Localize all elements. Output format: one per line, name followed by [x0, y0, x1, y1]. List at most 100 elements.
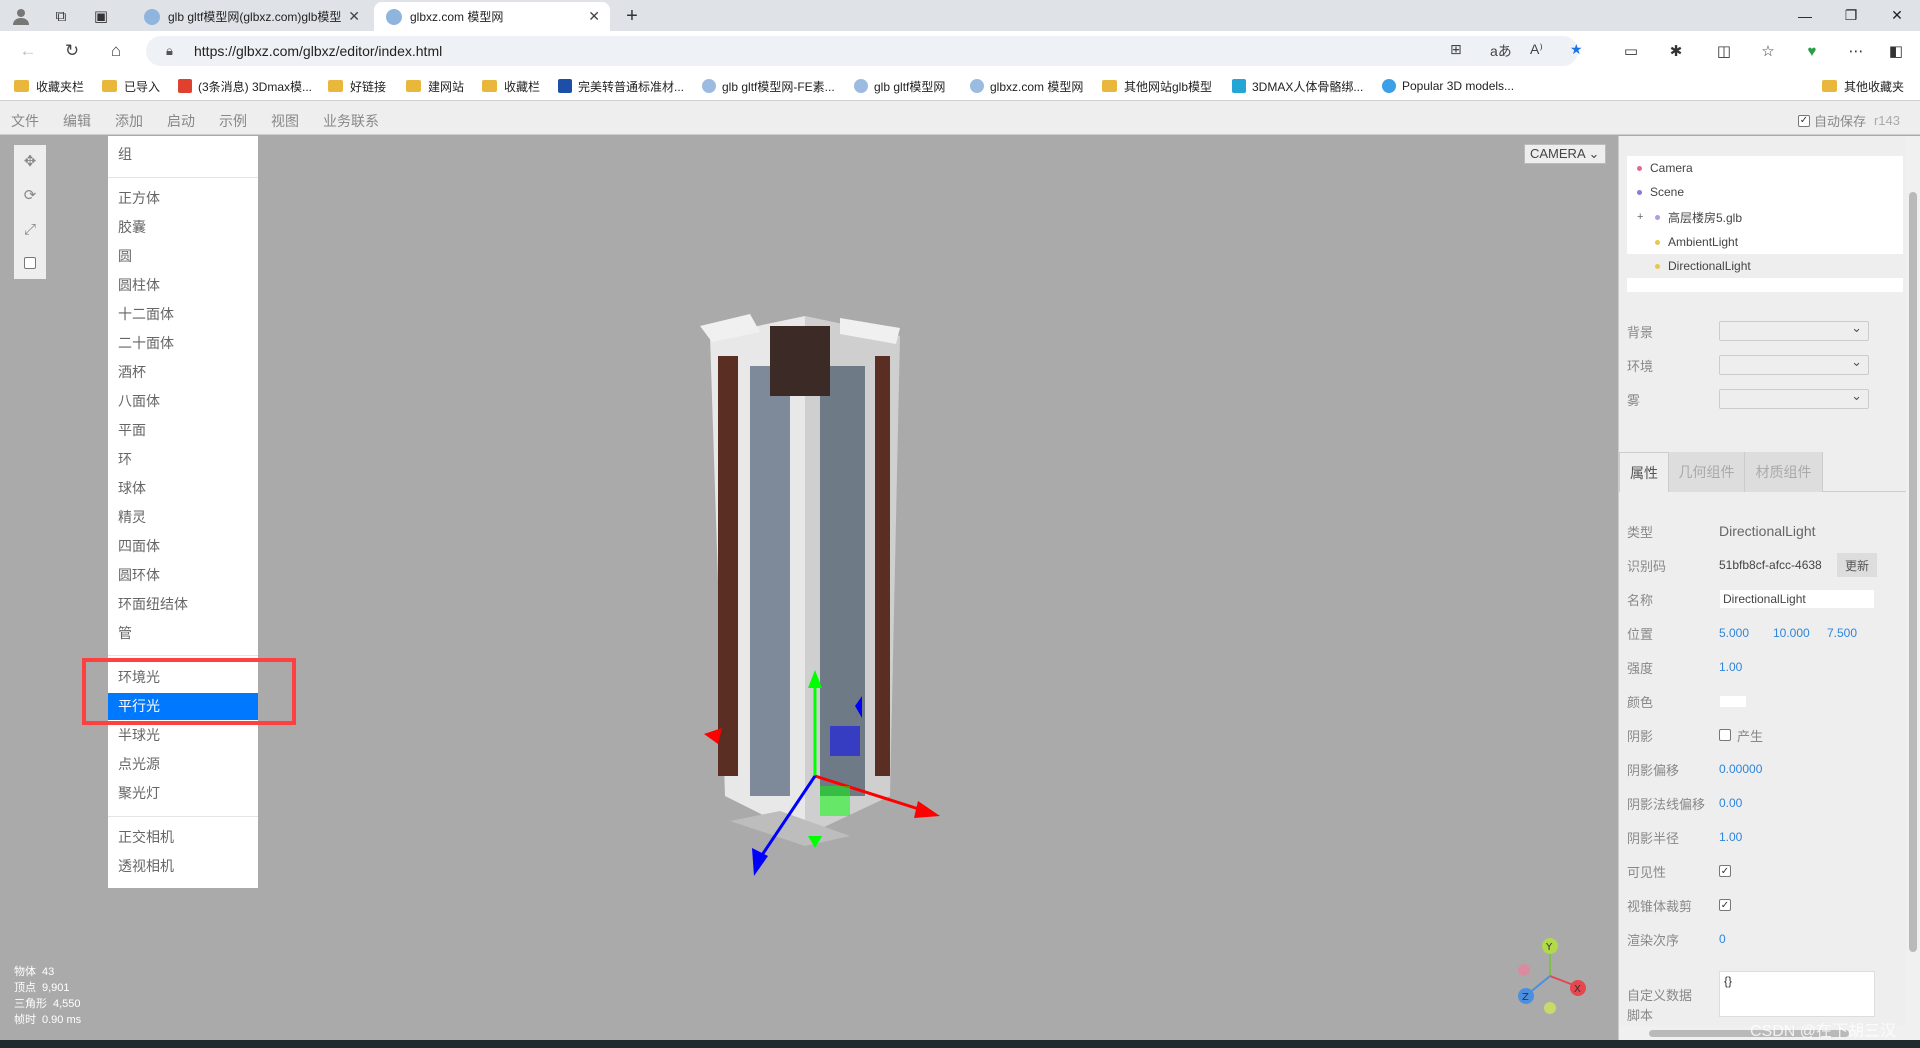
- 3d-viewport[interactable]: ✥ ⟳ ⤢ CAMERA ⌄ Y X Z 物体 43 顶点 9,901 三角形 …: [0, 136, 1618, 1048]
- cast-shadow-checkbox[interactable]: [1719, 729, 1731, 741]
- close-icon[interactable]: ✕: [588, 8, 600, 25]
- bookmark-folder[interactable]: 好链接: [328, 77, 386, 95]
- lock-icon[interactable]: 🔒︎: [166, 43, 173, 59]
- position-z-input[interactable]: 7.500: [1827, 626, 1881, 640]
- intensity-input[interactable]: 1.00: [1719, 660, 1742, 674]
- bookmark-link[interactable]: glb gltf模型网: [854, 77, 945, 95]
- fog-select[interactable]: [1719, 388, 1869, 409]
- add-tube[interactable]: 管: [108, 620, 258, 647]
- scale-icon[interactable]: ⤢: [18, 217, 42, 241]
- new-tab-icon[interactable]: +: [620, 4, 644, 28]
- color-picker[interactable]: [1719, 694, 1747, 708]
- translate-icon[interactable]: aあ: [1490, 41, 1512, 61]
- rotate-icon[interactable]: ⟳: [18, 183, 42, 207]
- refresh-icon[interactable]: ↻: [60, 39, 84, 63]
- tab-geometry[interactable]: 几何组件: [1669, 452, 1745, 492]
- background-select[interactable]: [1719, 320, 1869, 341]
- outliner-item-ambient-light[interactable]: AmbientLight: [1627, 230, 1903, 254]
- add-sprite[interactable]: 精灵: [108, 504, 258, 531]
- restore-icon[interactable]: ❐: [1828, 0, 1874, 31]
- menu-play[interactable]: 启动: [167, 111, 195, 131]
- add-lathe[interactable]: 酒杯: [108, 359, 258, 386]
- render-order-input[interactable]: 0: [1719, 932, 1726, 946]
- add-point-light[interactable]: 点光源: [108, 751, 258, 778]
- tab-material[interactable]: 材质组件: [1745, 452, 1823, 492]
- outliner-item-directional-light[interactable]: DirectionalLight: [1627, 254, 1903, 278]
- sidebar-toggle-icon[interactable]: ◧: [1884, 39, 1908, 63]
- close-window-icon[interactable]: ✕: [1874, 0, 1920, 31]
- tab-actions-icon[interactable]: ▣: [89, 4, 113, 28]
- minimize-icon[interactable]: —: [1782, 0, 1828, 31]
- favorites-icon[interactable]: ☆: [1756, 39, 1780, 63]
- add-spot-light[interactable]: 聚光灯: [108, 780, 258, 807]
- home-icon[interactable]: ⌂: [104, 39, 128, 63]
- position-x-input[interactable]: 5.000: [1719, 626, 1773, 640]
- outliner-item-camera[interactable]: Camera: [1627, 156, 1903, 180]
- back-icon[interactable]: ←: [16, 39, 40, 63]
- collections-icon[interactable]: ⧉: [49, 4, 73, 28]
- add-sphere[interactable]: 球体: [108, 475, 258, 502]
- add-ring[interactable]: 环: [108, 446, 258, 473]
- scroll-thumb[interactable]: [1909, 192, 1917, 952]
- app-available-icon[interactable]: ⊞: [1450, 41, 1462, 58]
- bookmark-link[interactable]: glb gltf模型网-FE素...: [702, 77, 835, 95]
- tab-object[interactable]: 属性: [1619, 452, 1669, 492]
- add-orthographic-camera[interactable]: 正交相机: [108, 824, 258, 851]
- uuid-update-button[interactable]: 更新: [1837, 553, 1877, 577]
- name-input[interactable]: DirectionalLight: [1719, 589, 1875, 609]
- outliner-item-model[interactable]: + 高层楼房5.glb: [1627, 205, 1903, 229]
- menu-edit[interactable]: 编辑: [63, 111, 91, 131]
- transform-gizmo[interactable]: [700, 656, 950, 896]
- add-capsule[interactable]: 胶囊: [108, 214, 258, 241]
- axis-helper[interactable]: Y X Z: [1510, 936, 1590, 1016]
- visible-checkbox[interactable]: ✓: [1719, 865, 1731, 877]
- bookmark-folder[interactable]: 其他网站glb模型: [1102, 77, 1212, 95]
- tab-split-icon[interactable]: ▭: [1619, 39, 1643, 63]
- profile-icon[interactable]: [9, 4, 33, 28]
- browser-essentials-icon[interactable]: ♥: [1800, 39, 1824, 63]
- local-space-checkbox[interactable]: [18, 251, 42, 275]
- bookmark-link[interactable]: Popular 3D models...: [1382, 77, 1514, 95]
- bookmark-folder[interactable]: 收藏夹栏: [14, 77, 84, 95]
- bookmark-link[interactable]: glbxz.com 模型网: [970, 77, 1083, 95]
- read-aloud-icon[interactable]: A⁾: [1530, 41, 1543, 58]
- add-box[interactable]: 正方体: [108, 185, 258, 212]
- add-icosahedron[interactable]: 二十面体: [108, 330, 258, 357]
- add-circle[interactable]: 圆: [108, 243, 258, 270]
- more-icon[interactable]: ⋯: [1844, 39, 1868, 63]
- extensions-icon[interactable]: ✱: [1664, 39, 1688, 63]
- shadow-bias-input[interactable]: 0.00000: [1719, 762, 1762, 776]
- bookmark-folder[interactable]: 其他收藏夹: [1822, 77, 1904, 95]
- environment-select[interactable]: [1719, 354, 1869, 375]
- tab-glb-model[interactable]: glb gltf模型网(glbxz.com)glb模型 ✕: [132, 2, 370, 31]
- favorite-star-icon[interactable]: ★: [1570, 41, 1583, 58]
- translate-icon[interactable]: ✥: [18, 149, 42, 173]
- add-tetrahedron[interactable]: 四面体: [108, 533, 258, 560]
- menu-contact[interactable]: 业务联系: [323, 111, 379, 131]
- bookmark-folder[interactable]: 收藏栏: [482, 77, 540, 95]
- camera-select[interactable]: CAMERA ⌄: [1524, 144, 1606, 164]
- menu-add[interactable]: 添加: [115, 111, 143, 131]
- sidebar-scrollbar[interactable]: [1906, 136, 1920, 1048]
- bookmark-link[interactable]: (3条消息) 3Dmax模...: [178, 77, 312, 95]
- menu-examples[interactable]: 示例: [219, 111, 247, 131]
- add-dodecahedron[interactable]: 十二面体: [108, 301, 258, 328]
- autosave-toggle[interactable]: ✓ 自动保存 r143: [1797, 111, 1900, 130]
- add-torus-knot[interactable]: 环面纽结体: [108, 591, 258, 618]
- tab-glbxz-active[interactable]: glbxz.com 模型网 ✕: [374, 2, 610, 31]
- add-cylinder[interactable]: 圆柱体: [108, 272, 258, 299]
- shadow-radius-input[interactable]: 1.00: [1719, 830, 1742, 844]
- expand-plus-icon[interactable]: +: [1637, 211, 1655, 223]
- split-screen-icon[interactable]: ◫: [1712, 39, 1736, 63]
- close-icon[interactable]: ✕: [348, 8, 360, 25]
- bookmark-folder[interactable]: 已导入: [102, 77, 160, 95]
- bookmark-folder[interactable]: 建网站: [406, 77, 464, 95]
- menu-view[interactable]: 视图: [271, 111, 299, 131]
- add-torus[interactable]: 圆环体: [108, 562, 258, 589]
- add-hemisphere-light[interactable]: 半球光: [108, 722, 258, 749]
- address-bar[interactable]: 🔒︎ https://glbxz.com/glbxz/editor/index.…: [146, 36, 1583, 66]
- add-perspective-camera[interactable]: 透视相机: [108, 853, 258, 880]
- bookmark-link[interactable]: 完美转普通标准材...: [558, 77, 684, 95]
- scene-outliner[interactable]: Camera Scene + 高层楼房5.glb AmbientLight Di…: [1627, 156, 1903, 292]
- bookmark-link[interactable]: 3DMAX人体骨骼绑...: [1232, 77, 1363, 95]
